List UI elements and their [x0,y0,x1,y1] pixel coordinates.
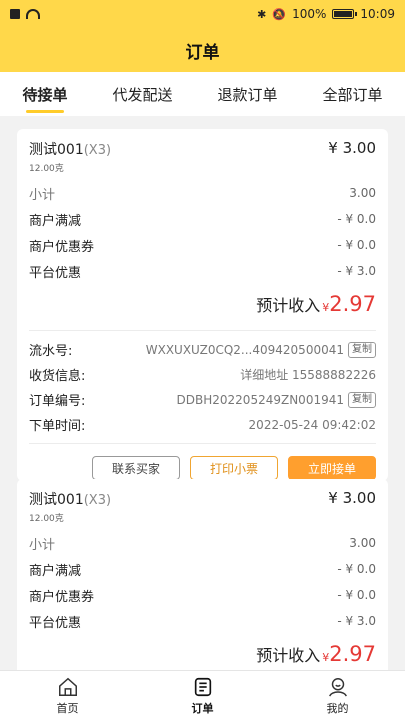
divider [29,443,376,444]
order-tabs: 待接单 代发配送 退款订单 全部订单 [0,72,405,116]
product-qty: (X3) [83,143,112,158]
platform-discount-label: 平台优惠 [29,265,82,281]
tab-delivery[interactable]: 代发配送 [108,76,176,113]
battery-icon [332,9,358,19]
income-currency: ¥ [322,301,330,314]
merchant-discount-label: 商户满减 [29,563,82,579]
product-price: ¥ 3.00 [328,489,376,507]
battery-percent: 100% [292,7,327,21]
platform-discount-value: - ¥ 3.0 [337,614,376,628]
page-title: 订单 [0,28,405,72]
order-list[interactable]: 测试001(X3) 12.00克 ¥ 3.00 小计 3.00 商户满减 - ¥… [0,116,405,670]
platform-discount-label: 平台优惠 [29,615,82,631]
merchant-discount-value: - ¥ 0.0 [337,212,376,226]
product-weight: 12.00克 [29,164,64,174]
subtotal-label: 小计 [29,537,56,553]
order-time-value: 2022-05-24 09:42:02 [248,417,376,432]
expected-income: 预计收入 ¥ 2.97 [29,292,376,320]
receiver-value: 详细地址 15588882226 [240,368,376,382]
receiver-label: 收货信息: [29,369,86,384]
product-price: ¥ 3.00 [328,139,376,157]
print-receipt-button[interactable]: 打印小票 [190,456,278,480]
nav-profile[interactable]: 我的 [298,676,378,716]
profile-icon [328,677,347,697]
mute-bell-icon: 🔕 [272,7,287,21]
copy-order-number-button[interactable]: 复制 [348,391,376,408]
order-number-label: 订单编号: [29,394,86,409]
tab-pending[interactable]: 待接单 [18,76,71,113]
serial-label: 流水号: [29,344,73,359]
nav-label: 订单 [191,701,214,715]
product-name: 测试001 [29,142,84,158]
expected-income: 预计收入 ¥ 2.97 [29,642,376,670]
home-icon [58,677,77,696]
order-card: 测试001(X3) 12.00克 ¥ 3.00 小计 3.00 商户满减 - ¥… [17,479,388,670]
nav-orders[interactable]: 订单 [163,676,243,716]
order-time-label: 下单时间: [29,419,86,434]
bottom-nav: 首页 订单 我的 [0,670,405,720]
income-currency: ¥ [322,651,330,664]
merchant-coupon-label: 商户优惠券 [29,239,95,255]
serial-value: WXXUXUZ0CQ2...409420500041 [145,342,344,357]
platform-discount-value: - ¥ 3.0 [337,264,376,278]
status-time: 10:09 [360,7,395,21]
merchant-discount-value: - ¥ 0.0 [337,562,376,576]
order-card: 测试001(X3) 12.00克 ¥ 3.00 小计 3.00 商户满减 - ¥… [17,129,388,481]
tab-all[interactable]: 全部订单 [318,76,386,113]
subtotal-value: 3.00 [349,536,376,550]
divider [29,330,376,331]
accept-order-button[interactable]: 立即接单 [288,456,376,480]
merchant-coupon-value: - ¥ 0.0 [337,588,376,602]
copy-serial-button[interactable]: 复制 [348,341,376,358]
income-label: 预计收入 [256,646,321,665]
nav-label: 我的 [326,701,349,715]
nav-label: 首页 [56,701,79,715]
order-number-value: DDBH202205249ZN001941 [176,392,344,407]
product-name: 测试001 [29,492,84,508]
wifi-icon [26,9,40,19]
income-value: 2.97 [329,642,376,666]
income-value: 2.97 [329,292,376,316]
merchant-coupon-label: 商户优惠券 [29,589,95,605]
order-icon [194,677,211,696]
tab-refund[interactable]: 退款订单 [213,76,281,113]
contact-buyer-button[interactable]: 联系买家 [92,456,180,480]
merchant-discount-label: 商户满减 [29,213,82,229]
bluetooth-icon: ✱ [257,7,267,21]
product-weight: 12.00克 [29,514,64,524]
sim-alert-icon [10,9,20,19]
subtotal-value: 3.00 [349,186,376,200]
nav-home[interactable]: 首页 [28,676,108,716]
subtotal-label: 小计 [29,187,56,203]
status-bar: ✱ 🔕 100% 10:09 [0,0,405,28]
merchant-coupon-value: - ¥ 0.0 [337,238,376,252]
product-qty: (X3) [83,493,112,508]
income-label: 预计收入 [256,296,321,315]
